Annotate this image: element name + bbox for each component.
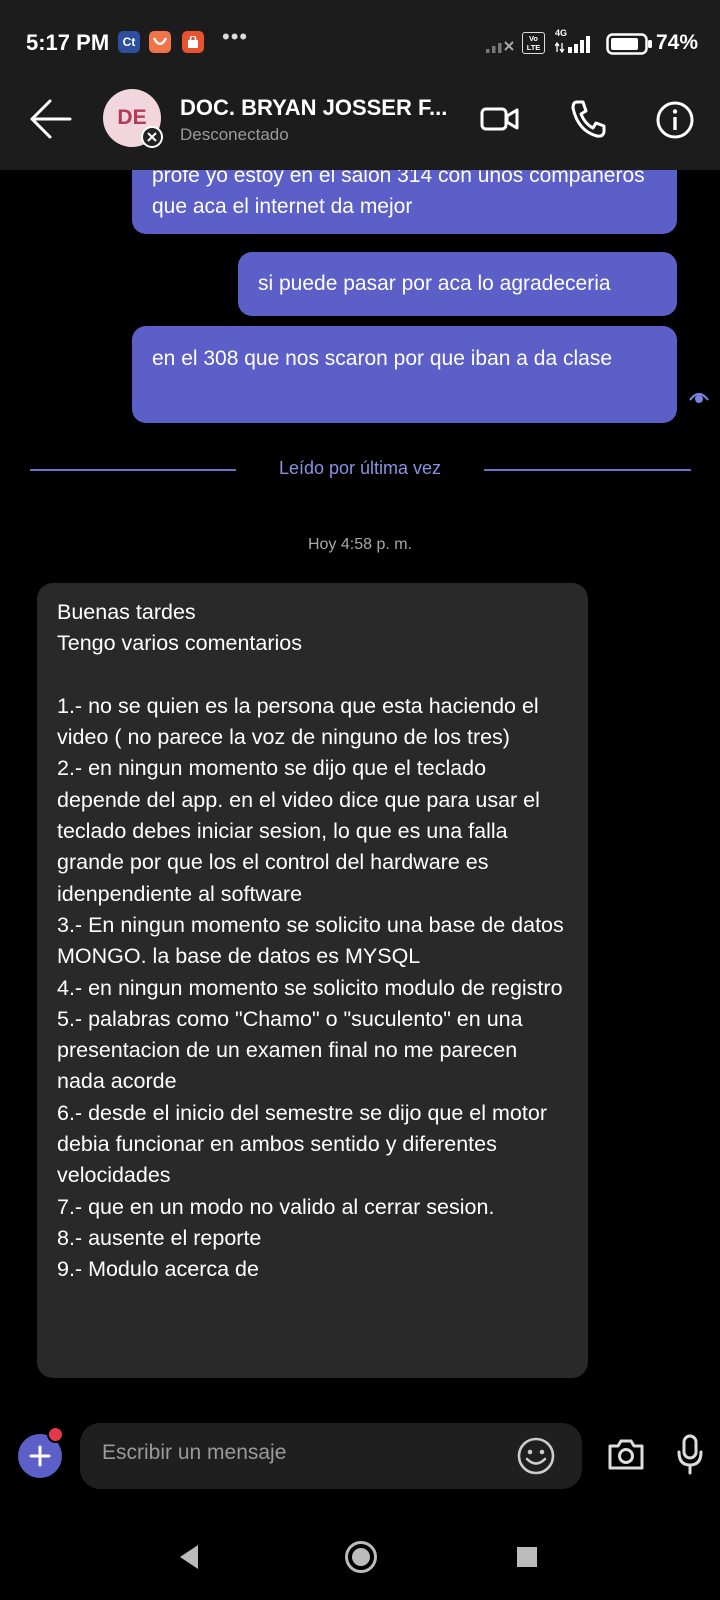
notification-dot [47,1426,64,1443]
read-receipt-icon [689,392,709,403]
sent-message[interactable]: si puede pasar por aca lo agradeceria [238,252,677,316]
offline-status-icon [141,126,163,148]
battery-percentage: 74% [656,31,699,54]
info-icon[interactable] [655,100,695,140]
nav-back-icon[interactable] [176,1543,202,1571]
received-message[interactable]: Buenas tardes Tengo varios comentarios 1… [37,583,588,1378]
sent-message[interactable]: profe yo estoy en el salon 314 con unos … [132,170,677,234]
sent-message[interactable]: en el 308 que nos scaron por que iban a … [132,326,677,423]
signal-strong-icon [555,36,590,54]
volte-icon: Vo LTE [522,32,545,54]
contact-status: Desconectado [180,125,289,144]
read-divider-line [484,469,691,471]
message-input[interactable] [102,1441,502,1465]
status-time: 5:17 PM [26,30,110,55]
overflow-notifications: ••• [222,24,249,49]
ct-app-icon: Ct [118,31,140,53]
video-call-icon[interactable] [480,103,520,135]
signal-weak-icon [486,41,514,53]
emoji-icon[interactable] [516,1436,556,1476]
phone-call-icon[interactable] [570,99,606,139]
microphone-icon[interactable] [676,1434,704,1476]
nav-home-icon[interactable] [343,1539,379,1575]
app-icon [149,31,171,53]
camera-icon[interactable] [606,1436,646,1472]
battery-icon [606,33,652,55]
message-list[interactable]: profe yo estoy en el salon 314 con unos … [0,170,720,1400]
nav-recents-icon[interactable] [516,1546,538,1568]
contact-name[interactable]: DOC. BRYAN JOSSER F... [180,95,447,121]
date-separator: Hoy 4:58 p. m. [307,536,413,553]
back-arrow-icon[interactable] [28,98,74,140]
store-icon [182,31,204,53]
